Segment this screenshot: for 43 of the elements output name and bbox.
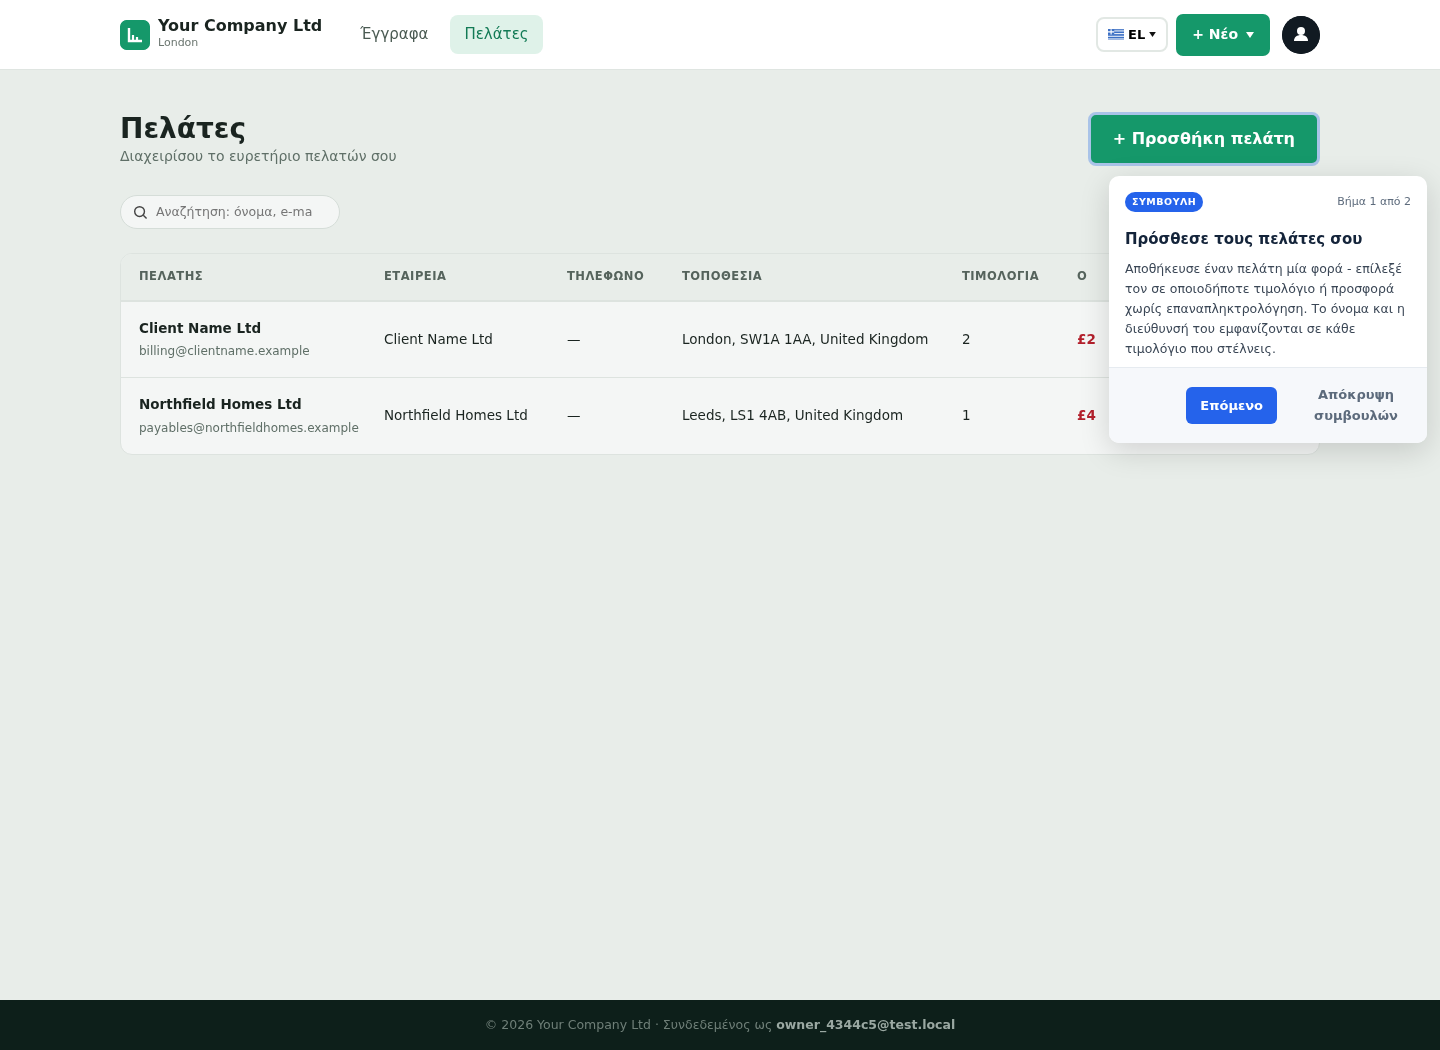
column-header: ΤΗΛΕΦΩΝΟ (567, 268, 645, 283)
column-header: ΤΟΠΟΘΕΣΙΑ (682, 268, 763, 283)
footer-text: © 2026 Your Company Ltd · Συνδεδεμένος ως owner_4344c5@test.local (484, 1015, 956, 1035)
client-name: Northfield Homes Ltd (139, 395, 303, 415)
column-header: Ο (1077, 268, 1088, 283)
invoice-count: 2 (962, 330, 971, 347)
column-header: ΕΤΑΙΡΕΙΑ (384, 268, 447, 283)
invoice-count: 1 (962, 407, 971, 424)
search-field[interactable]: Αναζήτηση: όνομα, e-ma (120, 194, 340, 229)
tip-title: Πρόσθεσε τους πελάτες σου (1125, 229, 1364, 251)
logo-icon (120, 19, 150, 50)
avatar-icon[interactable] (1282, 15, 1320, 54)
flag-icon (1108, 29, 1125, 40)
column-header: ΤΙΜΟΛΟΓΙΑ (962, 268, 1040, 283)
tip-text: Αποθήκευσε έναν πελάτη μία φορά - επίλεξέ τον σε οποιοδήποτε τιμολόγιο ή προσφορά χωρίς επαναπληκτρολόγηση. Το όνομα και η διεύθυνσή του εμφανίζονται σε κάθε τιμολόγιο που στέλνεις. (1125, 259, 1406, 358)
nav-tab[interactable]: Πελάτες (450, 15, 543, 54)
caret-icon (1246, 31, 1254, 38)
language-button[interactable]: EL (1096, 16, 1169, 53)
add-client-button[interactable]: + Προσθήκη πελάτη (1087, 112, 1320, 166)
client-name: Client Name Ltd (139, 318, 263, 338)
company-cell: Client Name Ltd (384, 330, 493, 347)
page-title: Πελάτες (120, 112, 248, 146)
phone-cell: — (567, 330, 581, 347)
page-subtitle: Διαχειρίσου το ευρετήριο πελατών σου (120, 146, 397, 166)
hide-tips-button[interactable]: Απόκρυψη συμβουλών (1301, 383, 1411, 428)
new-button[interactable]: + Νέο (1176, 13, 1270, 56)
step-counter: Βήμα 1 από 2 (1337, 193, 1411, 210)
column-header: ΠΕΛΑΤΗΣ (139, 268, 204, 283)
nav-tab[interactable]: Έγγραφα (346, 15, 443, 54)
search-icon (133, 204, 148, 220)
tip-badge: ΣΥΜΒΟΥΛΗ (1125, 192, 1204, 213)
company-name: Your Company Ltd (158, 17, 323, 36)
client-email: payables@northfieldhomes.example (139, 419, 360, 437)
location-cell: London, SW1A 1AA, United Kingdom (682, 330, 929, 347)
phone-cell: — (567, 407, 581, 424)
caret-icon (1149, 32, 1157, 37)
client-email: billing@clientname.example (139, 343, 311, 361)
location-cell: Leeds, LS1 4AB, United Kingdom (682, 407, 904, 424)
amount-cell: £4 (1077, 407, 1096, 424)
next-button[interactable]: Επόμενο (1186, 386, 1277, 425)
company-location: London (158, 35, 200, 52)
amount-cell: £2 (1077, 330, 1096, 347)
company-cell: Northfield Homes Ltd (384, 407, 528, 424)
